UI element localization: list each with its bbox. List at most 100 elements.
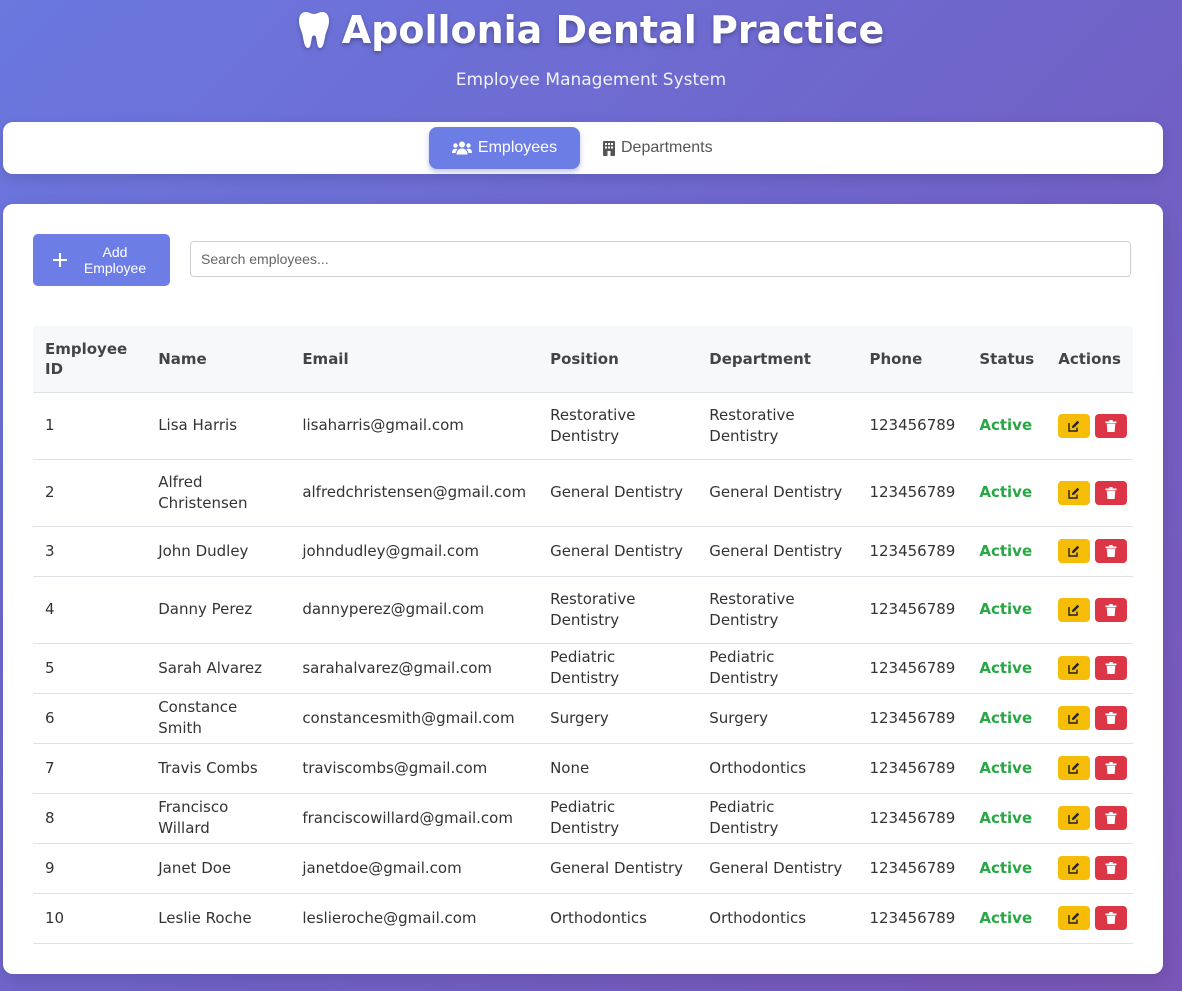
cell-email: johndudley@gmail.com (290, 526, 539, 577)
edit-button[interactable] (1058, 480, 1091, 505)
table-row: 4 Danny Perez dannyperez@gmail.com Restorat… (33, 576, 1133, 644)
cell-status: Active (967, 893, 1047, 944)
trash-icon (1105, 762, 1117, 774)
cell-department: Pediatric Dentistry (697, 643, 858, 694)
tab-departments[interactable]: Departments (603, 127, 723, 169)
add-employee-label: Add Employee (83, 244, 147, 276)
cell-actions (1046, 392, 1133, 460)
cell-id: 4 (33, 576, 147, 644)
edit-button[interactable] (1058, 856, 1091, 880)
column-header-actions: Actions (1046, 326, 1133, 393)
edit-icon (1068, 712, 1080, 724)
cell-status: Active (967, 526, 1047, 577)
cell-phone: 123456789 (857, 843, 968, 894)
cell-status: Active (967, 793, 1047, 844)
cell-position: Pediatric Dentistry (538, 793, 698, 844)
cell-status: Active (967, 459, 1047, 527)
delete-button[interactable] (1095, 706, 1128, 730)
cell-status: Active (967, 843, 1047, 894)
cell-position: General Dentistry (538, 526, 698, 577)
cell-name: Leslie Roche (146, 893, 291, 944)
trash-icon (1105, 812, 1117, 824)
edit-button[interactable] (1058, 706, 1091, 730)
tooth-icon (298, 12, 329, 48)
cell-actions (1046, 843, 1133, 894)
delete-button[interactable] (1095, 597, 1128, 622)
column-header-position: Position (538, 326, 698, 393)
delete-button[interactable] (1095, 806, 1128, 830)
cell-name: Danny Perez (146, 576, 291, 644)
delete-button[interactable] (1095, 756, 1128, 780)
edit-button[interactable] (1058, 597, 1091, 622)
column-header-email: Email (290, 326, 539, 393)
cell-email: janetdoe@gmail.com (290, 843, 539, 894)
employees-table: Employee ID Name Email Position Departme… (33, 326, 1133, 944)
trash-icon (1105, 419, 1117, 432)
employees-panel: Add Employee Employee ID Name Email Posi… (3, 204, 1163, 974)
users-icon (451, 141, 472, 155)
cell-name: John Dudley (146, 526, 291, 577)
delete-button[interactable] (1095, 906, 1128, 930)
cell-department: Restorative Dentistry (697, 576, 858, 644)
cell-status: Active (967, 392, 1047, 460)
table-row: 7 Travis Combs traviscombs@gmail.com None Or… (33, 743, 1133, 794)
edit-icon (1068, 662, 1080, 674)
column-header-name: Name (146, 326, 291, 393)
delete-button[interactable] (1095, 856, 1128, 880)
edit-button[interactable] (1058, 906, 1091, 930)
delete-button[interactable] (1095, 480, 1128, 505)
table-row: 9 Janet Doe janetdoe@gmail.com General Dent… (33, 843, 1133, 894)
cell-position: Pediatric Dentistry (538, 643, 698, 694)
cell-position: General Dentistry (538, 843, 698, 894)
edit-icon (1068, 420, 1080, 432)
table-row: 8 Francisco Willard franciscowillard@gmail… (33, 793, 1133, 844)
cell-position: Restorative Dentistry (538, 576, 698, 644)
cell-name: Janet Doe (146, 843, 291, 894)
cell-department: Pediatric Dentistry (697, 793, 858, 844)
trash-icon (1105, 486, 1117, 499)
cell-status: Active (967, 693, 1047, 744)
cell-department: General Dentistry (697, 843, 858, 894)
trash-icon (1105, 603, 1117, 616)
tab-employees-label: Employees (477, 139, 558, 156)
cell-phone: 123456789 (857, 526, 968, 577)
edit-button[interactable] (1058, 656, 1091, 680)
cell-position: Orthodontics (538, 893, 698, 944)
cell-id: 2 (33, 459, 147, 527)
edit-button[interactable] (1058, 756, 1091, 780)
cell-name: Sarah Alvarez (146, 643, 291, 694)
column-header-department: Department (697, 326, 858, 393)
cell-actions (1046, 693, 1133, 744)
title-row: Apollonia Dental Practice (0, 8, 1182, 52)
cell-email: dannyperez@gmail.com (290, 576, 539, 644)
cell-phone: 123456789 (857, 893, 968, 944)
add-employee-button[interactable]: Add Employee (33, 234, 170, 286)
cell-actions (1046, 459, 1133, 527)
delete-button[interactable] (1095, 413, 1128, 438)
delete-button[interactable] (1095, 539, 1128, 563)
cell-department: General Dentistry (697, 526, 858, 577)
edit-button[interactable] (1058, 806, 1091, 830)
trash-icon (1105, 545, 1117, 557)
cell-status: Active (967, 643, 1047, 694)
cell-id: 10 (33, 893, 147, 944)
cell-actions (1046, 643, 1133, 694)
search-input[interactable] (190, 241, 1131, 277)
cell-id: 1 (33, 392, 147, 460)
edit-button[interactable] (1058, 413, 1091, 438)
edit-button[interactable] (1058, 539, 1091, 563)
tab-employees[interactable]: Employees (429, 127, 580, 169)
delete-button[interactable] (1095, 656, 1128, 680)
cell-actions (1046, 576, 1133, 644)
cell-email: alfredchristensen@gmail.com (290, 459, 539, 527)
column-header-id: Employee ID (33, 326, 147, 393)
cell-email: leslieroche@gmail.com (290, 893, 539, 944)
cell-actions (1046, 793, 1133, 844)
cell-email: lisaharris@gmail.com (290, 392, 539, 460)
table-row: 2 Alfred Christensen alfredchristensen@gma… (33, 459, 1133, 527)
cell-id: 5 (33, 643, 147, 694)
cell-name: Constance Smith (146, 693, 291, 744)
table-row: 6 Constance Smith constancesmith@gmail.com… (33, 693, 1133, 744)
table-row: 5 Sarah Alvarez sarahalvarez@gmail.com Pedi… (33, 643, 1133, 694)
nav-bar: Employees Departments (3, 122, 1163, 174)
